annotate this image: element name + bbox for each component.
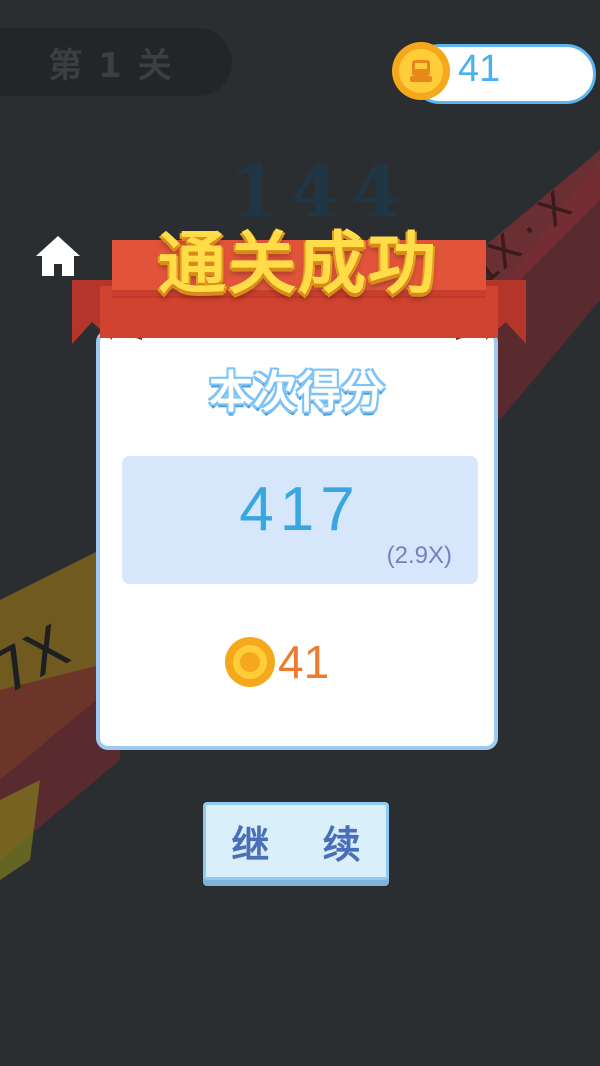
- coin-balance-value: 41: [458, 48, 501, 90]
- dialog-title: 通关成功: [157, 225, 438, 304]
- coin-icon: [225, 637, 275, 687]
- score-panel: 417 (2.9X): [122, 456, 478, 584]
- score-multiplier: (2.9X): [386, 542, 452, 569]
- coin-balance: 41: [390, 40, 596, 104]
- coin-icon: [392, 42, 450, 100]
- result-dialog: 本次得分 417 (2.9X) 41: [96, 330, 498, 750]
- continue-button[interactable]: 继 续: [203, 802, 389, 880]
- dialog-subtitle: 本次得分: [209, 367, 385, 418]
- coin-reward: 41: [224, 632, 329, 692]
- level-indicator: 第 1 关: [0, 28, 232, 96]
- coin-reward-value: 41: [278, 636, 330, 688]
- score-value: 417: [239, 475, 361, 544]
